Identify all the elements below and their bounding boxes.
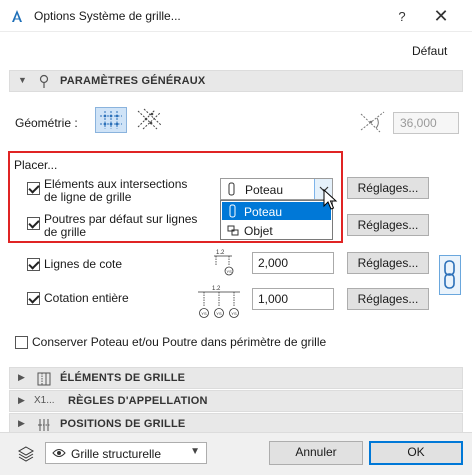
svg-text:YS: YS <box>231 311 237 316</box>
angle-icon <box>360 111 385 133</box>
oblique-grid-icon <box>137 108 162 130</box>
intersections-label: Eléments aux intersections de ligne de g… <box>44 177 188 204</box>
geometry-label: Géométrie : <box>15 116 78 130</box>
help-button[interactable]: ? <box>392 7 412 27</box>
column-icon <box>229 204 236 218</box>
expand-triangle-icon: ▶ <box>18 395 25 405</box>
object-icon <box>227 225 239 236</box>
grid-elements-icon <box>37 372 51 386</box>
svg-text:1.2: 1.2 <box>216 250 225 256</box>
option-poteau[interactable]: Poteau <box>222 202 331 220</box>
window-title: Options Système de grille... <box>34 9 181 23</box>
element-type-select[interactable]: Poteau <box>220 178 333 200</box>
intersections-checkbox[interactable] <box>27 182 40 195</box>
dimension-lines-checkbox[interactable] <box>27 258 40 271</box>
svg-text:YS: YS <box>201 311 207 316</box>
select-value: Poteau <box>245 183 284 197</box>
naming-prefix-icon: X1... <box>34 395 55 406</box>
full-dimension-checkbox[interactable] <box>27 292 40 305</box>
chevron-down-icon: ▼ <box>190 446 200 457</box>
full-dimension-label: Cotation entière <box>44 291 129 305</box>
section-title: POSITIONS DE GRILLE <box>60 418 186 430</box>
section-naming-rules[interactable]: ▶ X1... RÈGLES D'APPELLATION <box>9 390 463 412</box>
beams-label: Poutres par défaut sur lignes de grille <box>44 212 198 239</box>
option-objet[interactable]: Objet <box>222 221 331 239</box>
layer-select[interactable]: Grille structurelle ▼ <box>45 442 207 464</box>
beams-checkbox[interactable] <box>27 217 40 230</box>
beams-settings-button[interactable]: Réglages... <box>347 214 429 236</box>
section-general-settings[interactable]: ▼ PARAMÈTRES GÉNÉRAUX <box>9 70 463 92</box>
full-dimension-field[interactable]: 1,000 <box>252 288 334 310</box>
angle-field[interactable]: 36,000 <box>393 112 459 134</box>
chain-link-icon <box>444 260 455 289</box>
svg-text:YS: YS <box>227 269 233 274</box>
close-button[interactable]: ✕ <box>428 4 454 28</box>
layer-select-value: Grille structurelle <box>71 447 162 461</box>
section-title: RÈGLES D'APPELLATION <box>68 395 208 407</box>
ok-button[interactable]: OK <box>369 441 463 465</box>
mouse-cursor-icon <box>323 189 338 210</box>
pin-icon <box>39 74 49 88</box>
expand-triangle-icon: ▶ <box>18 372 25 382</box>
grid-positions-icon <box>38 419 50 431</box>
orthogonal-grid-button[interactable] <box>95 107 127 133</box>
section-title: PARAMÈTRES GÉNÉRAUX <box>60 75 206 87</box>
default-link[interactable]: Défaut <box>412 44 447 58</box>
archicad-app-icon <box>12 10 22 22</box>
eye-icon <box>52 449 66 457</box>
chain-link-button[interactable] <box>439 255 461 295</box>
dimension-lines-field[interactable]: 2,000 <box>252 252 334 274</box>
cancel-button[interactable]: Annuler <box>269 441 363 465</box>
layers-icon <box>17 446 35 462</box>
oblique-grid-button[interactable] <box>133 107 165 133</box>
placer-label: Placer... <box>14 158 58 172</box>
orthogonal-grid-icon <box>100 111 122 129</box>
placer-elements-settings-button[interactable]: Réglages... <box>347 177 429 199</box>
section-title: ÉLÉMENTS DE GRILLE <box>60 372 186 384</box>
keep-in-perimeter-checkbox[interactable] <box>15 336 28 349</box>
dimension-lines-label: Lignes de cote <box>44 257 123 271</box>
svg-text:YS: YS <box>216 311 222 316</box>
collapse-triangle-icon: ▼ <box>18 75 27 85</box>
element-type-dropdown-list: Poteau Objet <box>220 200 333 240</box>
keep-in-perimeter-label: Conserver Poteau et/ou Poutre dans périm… <box>32 335 327 349</box>
section-grid-elements[interactable]: ▶ ÉLÉMENTS DE GRILLE <box>9 367 463 389</box>
dimension-lines-settings-button[interactable]: Réglages... <box>347 252 429 274</box>
full-dimension-icon: 1.2 YS YS YS <box>198 286 240 318</box>
expand-triangle-icon: ▶ <box>18 418 25 428</box>
dimension-line-icon: 1.2 YS <box>214 250 234 276</box>
svg-text:1.2: 1.2 <box>212 286 221 292</box>
full-dimension-settings-button[interactable]: Réglages... <box>347 288 429 310</box>
column-icon <box>228 182 235 196</box>
